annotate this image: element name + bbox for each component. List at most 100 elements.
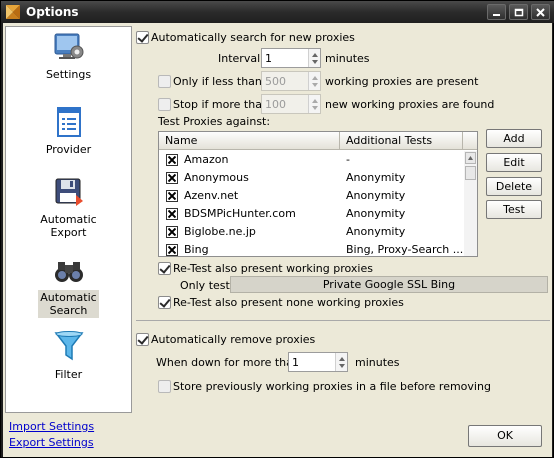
- row-tests: Bing, Proxy-Search ...: [346, 243, 464, 256]
- row-checkbox[interactable]: [166, 172, 178, 184]
- table-row[interactable]: Biglobe.ne.jp Anonymity: [159, 223, 464, 241]
- test-proxies-table[interactable]: Name Additional Tests Amazon - Anonymous An…: [158, 131, 478, 257]
- spinner-arrows[interactable]: [335, 353, 347, 371]
- table-header: Name Additional Tests: [159, 132, 477, 150]
- x-check-icon: [168, 210, 176, 218]
- close-button[interactable]: [531, 4, 550, 20]
- retest-none-working-checkbox[interactable]: [158, 296, 171, 309]
- row-checkbox[interactable]: [166, 244, 178, 256]
- row-name: Biglobe.ne.jp: [184, 225, 256, 238]
- auto-search-checkbox[interactable]: [136, 31, 149, 44]
- only-if-less-checkbox[interactable]: [158, 75, 171, 88]
- row-tests: Anonymity: [346, 207, 406, 220]
- row-checkbox[interactable]: [166, 208, 178, 220]
- sidebar-item-settings[interactable]: Settings: [6, 32, 131, 82]
- retest-working-checkbox[interactable]: [158, 262, 171, 275]
- add-button[interactable]: Add: [486, 129, 542, 148]
- scroll-up-button[interactable]: [465, 152, 476, 164]
- column-divider[interactable]: [462, 132, 463, 150]
- row-name: BDSMPicHunter.com: [184, 207, 296, 220]
- maximize-button[interactable]: [509, 4, 528, 20]
- stop-if-more-label: Stop if more than: [173, 98, 269, 111]
- sidebar-item-label: Export: [50, 226, 87, 239]
- spinner-arrows[interactable]: [308, 72, 320, 90]
- stop-if-more-value: 100: [265, 98, 286, 111]
- x-check-icon: [168, 228, 176, 236]
- auto-search-label: Automatically search for new proxies: [151, 31, 355, 44]
- sidebar-item-label: Settings: [45, 68, 92, 81]
- when-down-value: 1: [292, 356, 299, 369]
- table-row[interactable]: Bing Bing, Proxy-Search ...: [159, 241, 464, 256]
- arrow-up-icon: [312, 53, 318, 57]
- minimize-button[interactable]: [487, 4, 506, 20]
- x-check-icon: [168, 174, 176, 182]
- import-settings-link[interactable]: Import Settings: [9, 420, 94, 433]
- table-row[interactable]: BDSMPicHunter.com Anonymity: [159, 205, 464, 223]
- floppy-disk-icon: [55, 178, 83, 206]
- only-if-less-suffix: working proxies are present: [325, 75, 479, 88]
- stop-if-more-checkbox[interactable]: [158, 98, 171, 111]
- sidebar-item-label: Filter: [54, 368, 83, 381]
- column-divider[interactable]: [339, 132, 340, 150]
- interval-label: Interval: [218, 52, 261, 65]
- arrow-up-icon: [312, 99, 318, 103]
- x-check-icon: [168, 192, 176, 200]
- table-row[interactable]: Azenv.net Anonymity: [159, 187, 464, 205]
- interval-value: 1: [265, 52, 272, 65]
- when-down-unit: minutes: [355, 356, 400, 369]
- store-before-remove-checkbox[interactable]: [158, 380, 171, 393]
- sidebar: Settings Provider Automatic Export Autom…: [5, 26, 132, 413]
- row-checkbox[interactable]: [166, 226, 178, 238]
- only-test-label: Only test: [180, 279, 230, 292]
- spinner-arrows[interactable]: [308, 95, 320, 113]
- ok-button[interactable]: OK: [468, 425, 542, 447]
- when-down-spinner[interactable]: 1: [288, 352, 348, 372]
- vertical-scrollbar[interactable]: [464, 151, 477, 256]
- when-down-label: When down for more than: [156, 356, 300, 369]
- only-test-field[interactable]: Private Google SSL Bing: [230, 276, 548, 293]
- delete-button[interactable]: Delete: [486, 177, 542, 196]
- only-if-less-spinner[interactable]: 500: [261, 71, 321, 91]
- client-area: Settings Provider Automatic Export Autom…: [3, 23, 552, 457]
- row-checkbox[interactable]: [166, 154, 178, 166]
- x-check-icon: [168, 246, 176, 254]
- edit-button[interactable]: Edit: [486, 153, 542, 172]
- sidebar-item-automatic-export[interactable]: Automatic Export: [6, 177, 131, 240]
- section-divider: [136, 320, 550, 321]
- settings-icon: [54, 33, 83, 59]
- row-name: Azenv.net: [184, 189, 239, 202]
- binoculars-icon: [54, 262, 83, 282]
- stop-if-more-suffix: new working proxies are found: [325, 98, 495, 111]
- sidebar-item-provider[interactable]: Provider: [6, 107, 131, 157]
- row-name: Anonymous: [184, 171, 249, 184]
- stop-if-more-spinner[interactable]: 100: [261, 94, 321, 114]
- spinner-arrows[interactable]: [308, 49, 320, 67]
- row-checkbox[interactable]: [166, 190, 178, 202]
- auto-remove-checkbox[interactable]: [136, 333, 149, 346]
- column-header-additional-tests[interactable]: Additional Tests: [346, 134, 432, 147]
- table-row[interactable]: Amazon -: [159, 151, 464, 169]
- table-row[interactable]: Anonymous Anonymity: [159, 169, 464, 187]
- sidebar-item-automatic-search[interactable]: Automatic Search: [6, 259, 131, 318]
- arrow-down-icon: [339, 364, 345, 368]
- test-button[interactable]: Test: [486, 200, 542, 219]
- sidebar-item-label: Provider: [45, 143, 92, 156]
- only-if-less-label: Only if less than: [173, 75, 262, 88]
- arrow-down-icon: [312, 60, 318, 64]
- row-tests: Anonymity: [346, 171, 406, 184]
- test-against-label: Test Proxies against:: [158, 115, 271, 128]
- arrow-up-icon: [312, 76, 318, 80]
- sidebar-item-filter[interactable]: Filter: [6, 330, 131, 382]
- interval-unit: minutes: [325, 52, 370, 65]
- x-check-icon: [168, 156, 176, 164]
- scroll-thumb[interactable]: [465, 166, 476, 180]
- export-settings-link[interactable]: Export Settings: [9, 436, 94, 449]
- interval-spinner[interactable]: 1: [261, 48, 321, 68]
- title-bar[interactable]: Options: [1, 1, 554, 23]
- row-name: Amazon: [184, 153, 229, 166]
- close-icon: [536, 8, 545, 17]
- column-header-name[interactable]: Name: [165, 134, 197, 147]
- row-name: Bing: [184, 243, 209, 256]
- options-window: Options Settings Provider Automatic Expo…: [0, 0, 554, 458]
- store-before-remove-label: Store previously working proxies in a fi…: [173, 380, 491, 393]
